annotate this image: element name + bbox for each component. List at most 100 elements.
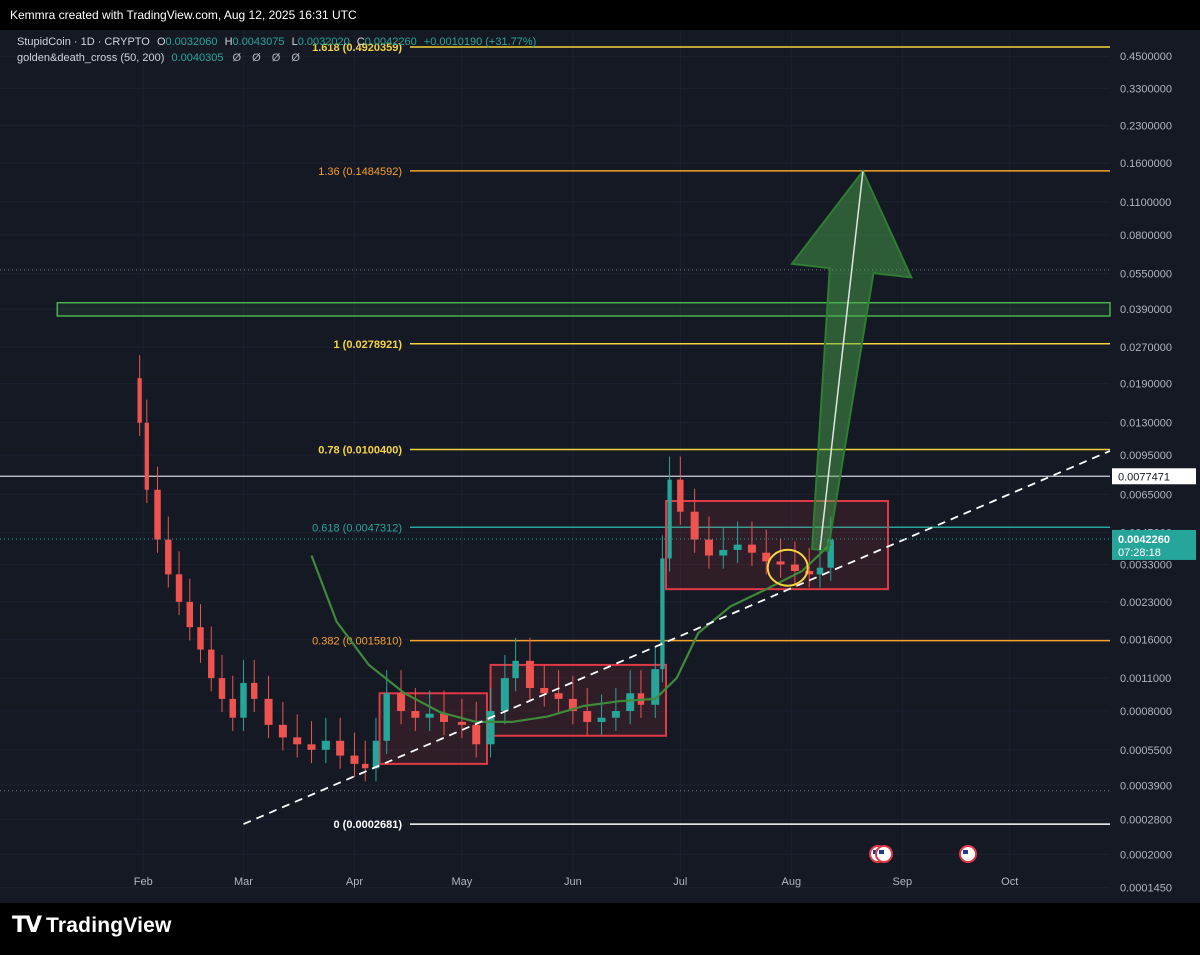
flag-canton — [879, 850, 884, 854]
projection-arrow — [790, 169, 913, 552]
open-value: 0.0032060 — [165, 36, 218, 48]
candle-body — [540, 687, 549, 694]
y-tick-label: 0.4500000 — [1120, 51, 1172, 63]
high-value: 0.0043075 — [232, 36, 285, 48]
candle-body — [704, 539, 713, 556]
candle-body — [154, 489, 161, 540]
change-value: +0.0010190 (+31.77%) — [423, 36, 537, 48]
top-bar: Kemmra created with TradingView.com, Aug… — [0, 0, 1200, 30]
candle-body — [472, 724, 481, 745]
brand-name: TradingView — [46, 913, 172, 937]
close-value: 0.0042260 — [364, 36, 417, 48]
flag-canton — [963, 850, 968, 854]
fib-label-0: 0 (0.0002681) — [334, 819, 403, 831]
y-tick-label: 0.0390000 — [1120, 304, 1172, 316]
fib-label-0.618: 0.618 (0.0047312) — [312, 522, 402, 534]
candle-body — [175, 574, 183, 602]
candle-body — [229, 698, 236, 718]
candle-body — [747, 544, 756, 553]
fib-label-0.78: 0.78 (0.0100400) — [318, 444, 402, 456]
candle-body — [660, 558, 665, 670]
candle-body — [690, 511, 699, 540]
candle-body — [733, 544, 742, 550]
price-chart[interactable]: 0.4500000 0.3300000 0.2300000 0.1600000 0.11… — [0, 30, 1200, 903]
x-tick-label: Jun — [564, 876, 582, 888]
low-value: 0.0032020 — [297, 36, 350, 48]
x-tick-label: Aug — [782, 876, 802, 888]
x-tick-label: Jul — [673, 876, 687, 888]
candle-body — [397, 693, 406, 712]
current-price-label: 0.0042260 — [1118, 534, 1170, 546]
grid-lines — [0, 30, 1110, 889]
legend-row-symbol: StupidCoin · 1D · CRYPTO O0.0032060 H0.0… — [17, 34, 536, 50]
legend: StupidCoin · 1D · CRYPTO O0.0032060 H0.0… — [17, 34, 536, 66]
y-tick-label: 0.3300000 — [1120, 83, 1172, 95]
candle-body — [500, 678, 509, 712]
x-axis: Feb Mar Apr May Jun Jul Aug Sep Oct — [134, 876, 1019, 888]
resistance-zone — [56, 301, 1111, 317]
candle-body — [583, 711, 592, 722]
countdown-label: 07:28:18 — [1118, 547, 1161, 559]
y-tick-label: 0.0550000 — [1120, 269, 1172, 281]
candle-body — [790, 564, 799, 571]
candle-body — [251, 682, 258, 699]
range-box — [378, 692, 488, 765]
candle-body — [554, 693, 563, 699]
bottom-bar: TV TradingView — [0, 903, 1200, 955]
candle-body — [336, 740, 345, 756]
y-tick-label: 0.0270000 — [1120, 342, 1172, 354]
candle-body — [667, 479, 672, 559]
range-box — [665, 499, 889, 591]
x-tick-label: Sep — [893, 876, 913, 888]
close-label: C — [356, 36, 365, 48]
candle-body — [165, 539, 172, 575]
candle-body — [776, 561, 785, 565]
candle-body — [321, 740, 330, 750]
candle-body — [611, 711, 620, 718]
candle-body — [383, 693, 390, 741]
chart-area[interactable]: 0.4500000 0.3300000 0.2300000 0.1600000 0.11… — [0, 30, 1200, 903]
y-tick-label: 0.0008000 — [1120, 706, 1172, 718]
candle-body — [137, 378, 142, 423]
candle-body — [677, 479, 684, 512]
fib-label-1.36: 1.36 (0.1484592) — [318, 166, 402, 178]
y-tick-label: 0.0003900 — [1120, 780, 1172, 792]
y-tick-label: 0.1100000 — [1120, 197, 1171, 209]
y-tick-label: 0.0190000 — [1120, 379, 1172, 391]
fib-label-1: 1 (0.0278921) — [334, 339, 403, 351]
created-by-text: Kemmra created with TradingView.com, Aug… — [10, 8, 357, 22]
candle-body — [597, 717, 606, 722]
candle-body — [457, 721, 466, 725]
candle-body — [512, 660, 519, 679]
candle-body — [218, 678, 226, 699]
candle-body — [208, 649, 215, 679]
candle-body — [626, 693, 635, 712]
y-tick-label: 0.0011000 — [1120, 673, 1171, 685]
candle-body — [144, 422, 149, 490]
y-tick-label: 0.0800000 — [1120, 230, 1172, 242]
candle-body — [816, 567, 824, 575]
candle-body — [307, 744, 316, 750]
candle-body — [362, 763, 369, 769]
indicator-value: 0.0040305 — [171, 52, 224, 64]
y-tick-label: 0.0065000 — [1120, 489, 1172, 501]
legend-row-indicator: golden&death_cross (50, 200) 0.0040305 Ø… — [17, 50, 536, 66]
open-label: O — [156, 36, 166, 48]
candle-body — [350, 755, 359, 764]
candle-body — [264, 698, 273, 725]
y-tick-label: 0.0016000 — [1120, 634, 1172, 646]
y-tick-label: 0.0130000 — [1120, 418, 1172, 430]
y-tick-label: 0.0002800 — [1120, 815, 1172, 827]
candle-body — [197, 627, 204, 650]
symbol-label[interactable]: StupidCoin · 1D · CRYPTO — [17, 36, 150, 48]
resistance-zone-rect — [56, 301, 1111, 317]
tradingview-brand[interactable]: TV TradingView — [12, 913, 172, 938]
tradingview-logo-icon: TV — [12, 913, 42, 938]
candle-body — [278, 724, 287, 738]
indicator-label[interactable]: golden&death_cross (50, 200) — [17, 52, 164, 64]
x-tick-label: Mar — [234, 876, 253, 888]
candle-body — [719, 549, 728, 556]
candle-body — [525, 660, 534, 688]
y-tick-label: 0.0002000 — [1120, 849, 1172, 861]
candle-body — [411, 711, 420, 718]
